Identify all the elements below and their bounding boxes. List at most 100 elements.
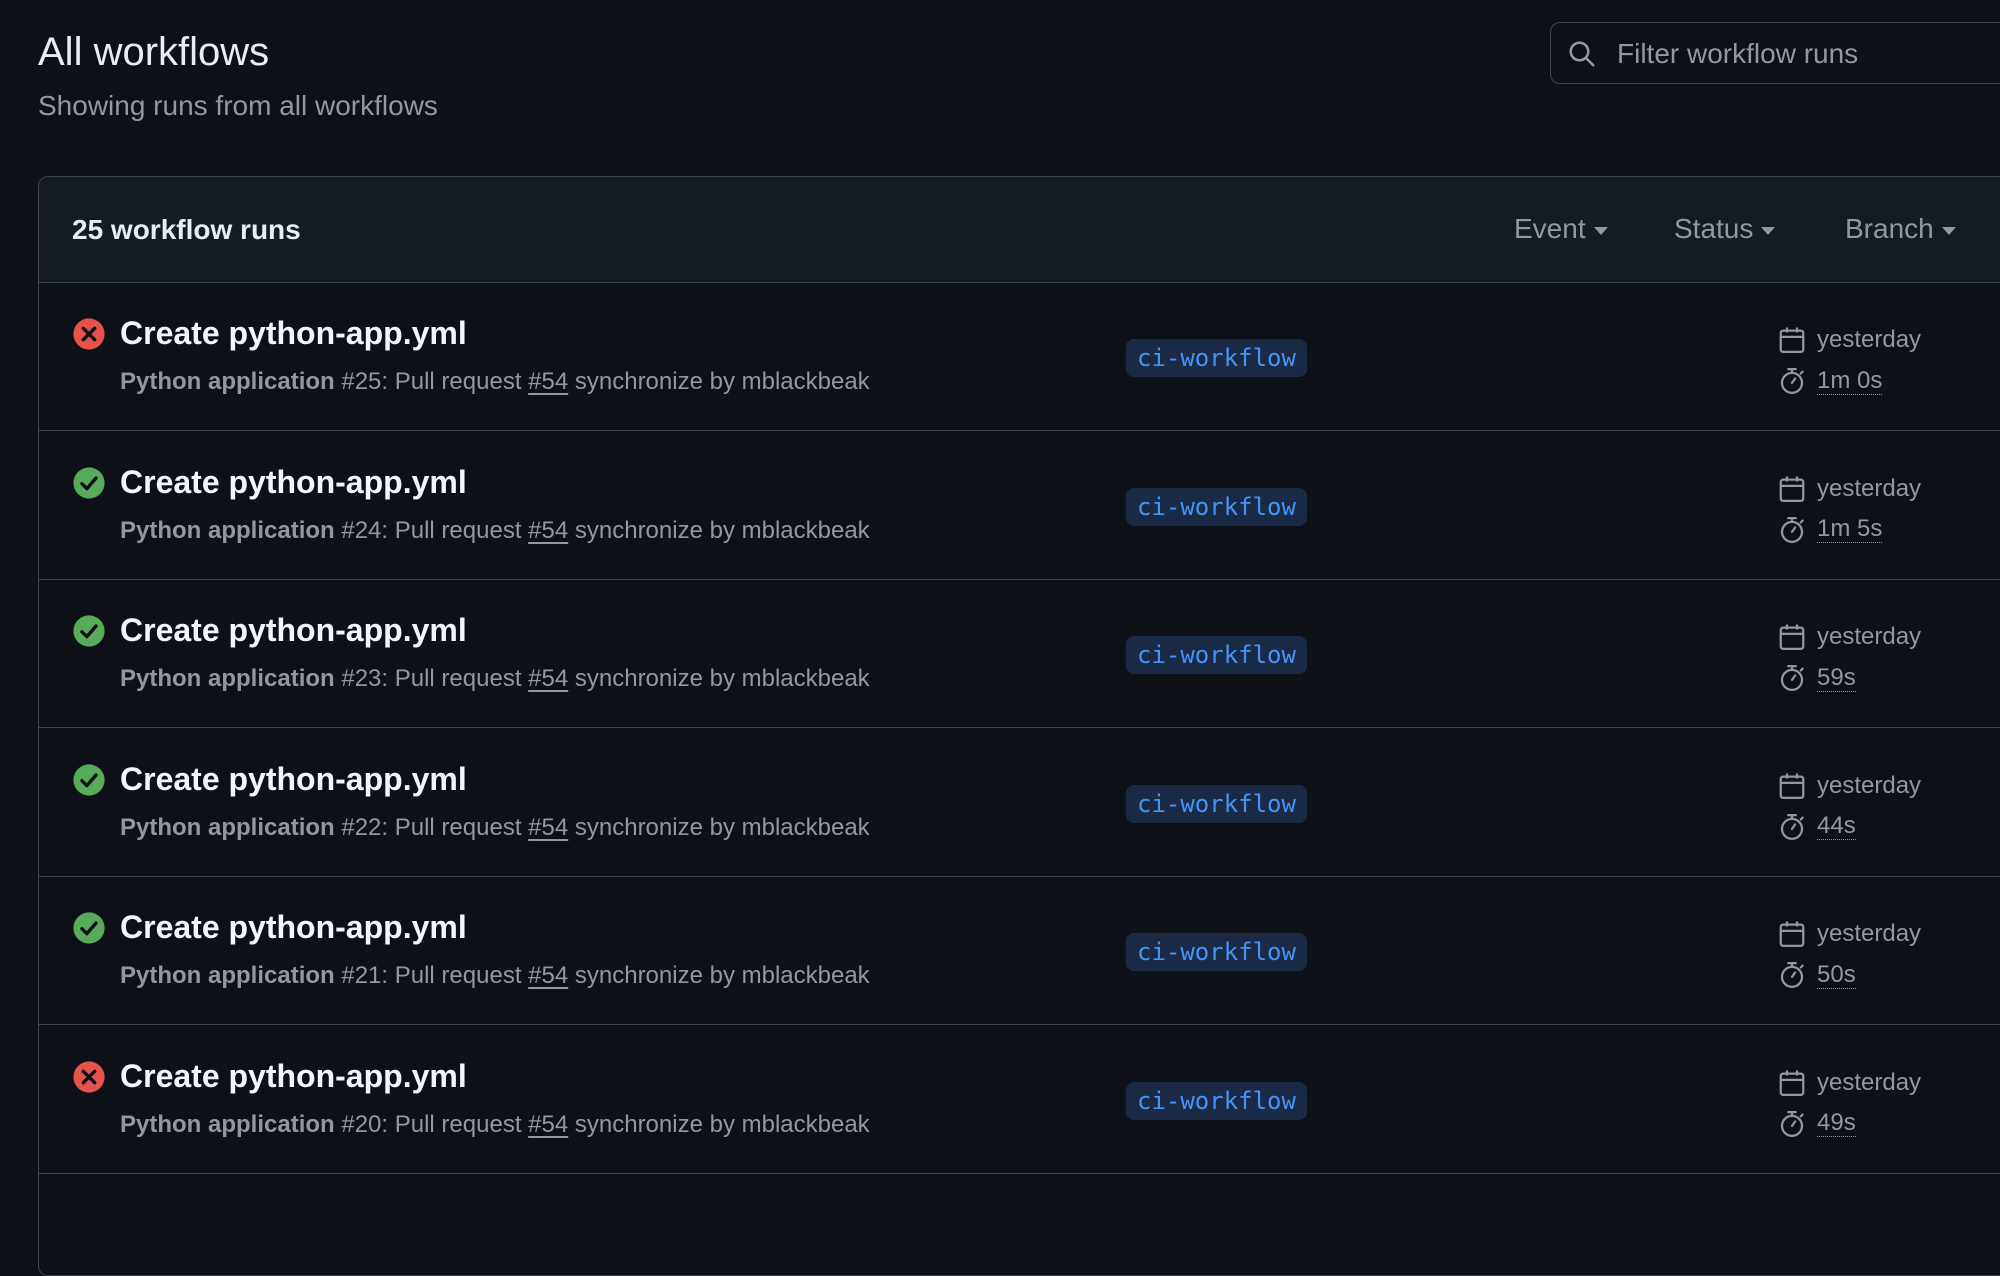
workflow-runs-list: 25 workflow runs Event Status Branch Cre… bbox=[38, 176, 2000, 1276]
check-circle-icon bbox=[73, 466, 105, 499]
run-date-text: yesterday bbox=[1817, 1068, 1922, 1096]
page-title: All workflows bbox=[38, 30, 270, 74]
pull-request-link[interactable]: #54 bbox=[528, 368, 568, 395]
run-event-text: : Pull request bbox=[381, 1110, 529, 1138]
run-event-text: : Pull request bbox=[381, 665, 529, 692]
check-circle-icon bbox=[73, 763, 105, 796]
run-title-link[interactable]: Create python-app.yml bbox=[120, 612, 467, 649]
stopwatch-icon bbox=[1780, 962, 1804, 988]
stopwatch-icon bbox=[1780, 813, 1804, 840]
page-subtitle: Showing runs from all workflows bbox=[38, 90, 438, 121]
run-date-text: yesterday bbox=[1817, 474, 1922, 502]
pull-request-link[interactable]: #54 bbox=[528, 665, 568, 692]
branch-filter-label: Branch bbox=[1845, 213, 1934, 244]
calendar-icon bbox=[1779, 1070, 1805, 1096]
runs-count: 25 workflow runs bbox=[72, 214, 301, 245]
x-circle-icon bbox=[73, 1060, 105, 1093]
branch-label[interactable]: ci-workflow bbox=[1126, 784, 1307, 823]
search-icon bbox=[1569, 41, 1595, 67]
run-event-text: : Pull request bbox=[381, 962, 529, 989]
workflow-name: Python application bbox=[120, 962, 335, 989]
run-duration: 59s bbox=[1777, 661, 1856, 695]
run-number: #20 bbox=[341, 1110, 382, 1138]
event-filter-label: Event bbox=[1514, 213, 1586, 244]
run-number: #22 bbox=[341, 813, 382, 841]
calendar-icon bbox=[1779, 773, 1805, 799]
run-actor-text: synchronize by mblackbeak bbox=[568, 516, 870, 544]
run-date-text: yesterday bbox=[1817, 771, 1922, 799]
run-date: yesterday bbox=[1777, 1066, 1921, 1100]
branch-label[interactable]: ci-workflow bbox=[1126, 1081, 1307, 1120]
filter-runs-input[interactable] bbox=[1615, 33, 2000, 75]
list-header: 25 workflow runs Event Status Branch bbox=[39, 177, 2000, 283]
run-meta: Python application #21: Pull request #54… bbox=[120, 962, 870, 990]
chevron-down-icon bbox=[1593, 226, 1608, 235]
run-title-link[interactable]: Create python-app.yml bbox=[120, 464, 467, 501]
run-date: yesterday bbox=[1777, 769, 1921, 803]
branch-label[interactable]: ci-workflow bbox=[1126, 636, 1307, 674]
run-duration-text: 49s bbox=[1817, 1109, 1856, 1137]
run-title-link[interactable]: Create python-app.yml bbox=[120, 761, 467, 798]
workflow-name: Python application bbox=[120, 516, 335, 544]
workflow-run-row[interactable]: Create python-app.yml Python application … bbox=[39, 877, 2000, 1025]
calendar-icon bbox=[1779, 476, 1805, 502]
run-date: yesterday bbox=[1777, 620, 1921, 654]
filter-search-box[interactable] bbox=[1550, 22, 2000, 84]
workflow-run-row[interactable]: Create python-app.yml Python application … bbox=[39, 729, 2000, 877]
run-actor-text: synchronize by mblackbeak bbox=[568, 665, 870, 692]
workflow-run-row[interactable]: Create python-app.yml Python application … bbox=[39, 1026, 2000, 1174]
run-duration-text: 1m 5s bbox=[1817, 515, 1883, 543]
run-actor-text: synchronize by mblackbeak bbox=[568, 368, 870, 395]
run-event-text: : Pull request bbox=[381, 516, 529, 544]
status-filter-label: Status bbox=[1674, 213, 1754, 244]
pull-request-link[interactable]: #54 bbox=[528, 962, 568, 989]
run-duration: 1m 5s bbox=[1777, 513, 1883, 547]
run-actor-text: synchronize by mblackbeak bbox=[568, 962, 870, 989]
branch-label[interactable]: ci-workflow bbox=[1126, 339, 1307, 377]
stopwatch-icon bbox=[1780, 1110, 1804, 1137]
run-number: #25 bbox=[341, 368, 382, 395]
pull-request-link[interactable]: #54 bbox=[528, 517, 568, 544]
run-duration-text: 59s bbox=[1817, 663, 1856, 692]
run-event-text: : Pull request bbox=[381, 813, 529, 841]
run-date-text: yesterday bbox=[1817, 623, 1922, 650]
calendar-icon bbox=[1779, 624, 1805, 650]
status-filter-dropdown[interactable]: Status bbox=[1674, 213, 1776, 245]
run-duration-text: 44s bbox=[1817, 812, 1856, 840]
check-circle-icon bbox=[73, 912, 105, 944]
run-actor-text: synchronize by mblackbeak bbox=[568, 813, 870, 841]
chevron-down-icon bbox=[1761, 226, 1776, 235]
workflow-name: Python application bbox=[120, 368, 335, 395]
stopwatch-icon bbox=[1780, 368, 1804, 394]
x-circle-icon bbox=[73, 318, 105, 350]
run-duration-text: 1m 0s bbox=[1817, 366, 1883, 395]
run-number: #23 bbox=[341, 665, 382, 692]
workflow-name: Python application bbox=[120, 1110, 335, 1138]
stopwatch-icon bbox=[1780, 665, 1804, 691]
run-meta: Python application #20: Pull request #54… bbox=[120, 1111, 870, 1139]
run-title-link[interactable]: Create python-app.yml bbox=[120, 1058, 467, 1095]
workflow-run-row[interactable]: Create python-app.yml Python application … bbox=[39, 580, 2000, 728]
run-title-link[interactable]: Create python-app.yml bbox=[120, 315, 467, 352]
run-duration-text: 50s bbox=[1817, 960, 1856, 989]
run-meta: Python application #25: Pull request #54… bbox=[120, 368, 870, 396]
workflow-run-row[interactable]: Create python-app.yml Python application … bbox=[39, 283, 2000, 431]
pull-request-link[interactable]: #54 bbox=[528, 814, 568, 841]
run-duration: 49s bbox=[1777, 1107, 1856, 1141]
run-number: #21 bbox=[341, 962, 382, 989]
run-title-link[interactable]: Create python-app.yml bbox=[120, 909, 467, 946]
workflow-name: Python application bbox=[120, 813, 335, 841]
run-number: #24 bbox=[341, 516, 382, 544]
pull-request-link[interactable]: #54 bbox=[528, 1111, 568, 1138]
branch-label[interactable]: ci-workflow bbox=[1126, 487, 1307, 526]
check-circle-icon bbox=[73, 615, 105, 647]
calendar-icon bbox=[1779, 921, 1805, 947]
branch-label[interactable]: ci-workflow bbox=[1126, 933, 1307, 971]
run-meta: Python application #23: Pull request #54… bbox=[120, 665, 870, 693]
run-meta: Python application #24: Pull request #54… bbox=[120, 517, 870, 545]
workflow-run-row[interactable]: Create python-app.yml Python application … bbox=[39, 432, 2000, 580]
run-duration: 44s bbox=[1777, 810, 1856, 844]
run-duration: 1m 0s bbox=[1777, 364, 1883, 398]
event-filter-dropdown[interactable]: Event bbox=[1514, 213, 1608, 245]
branch-filter-dropdown[interactable]: Branch bbox=[1845, 213, 1956, 245]
